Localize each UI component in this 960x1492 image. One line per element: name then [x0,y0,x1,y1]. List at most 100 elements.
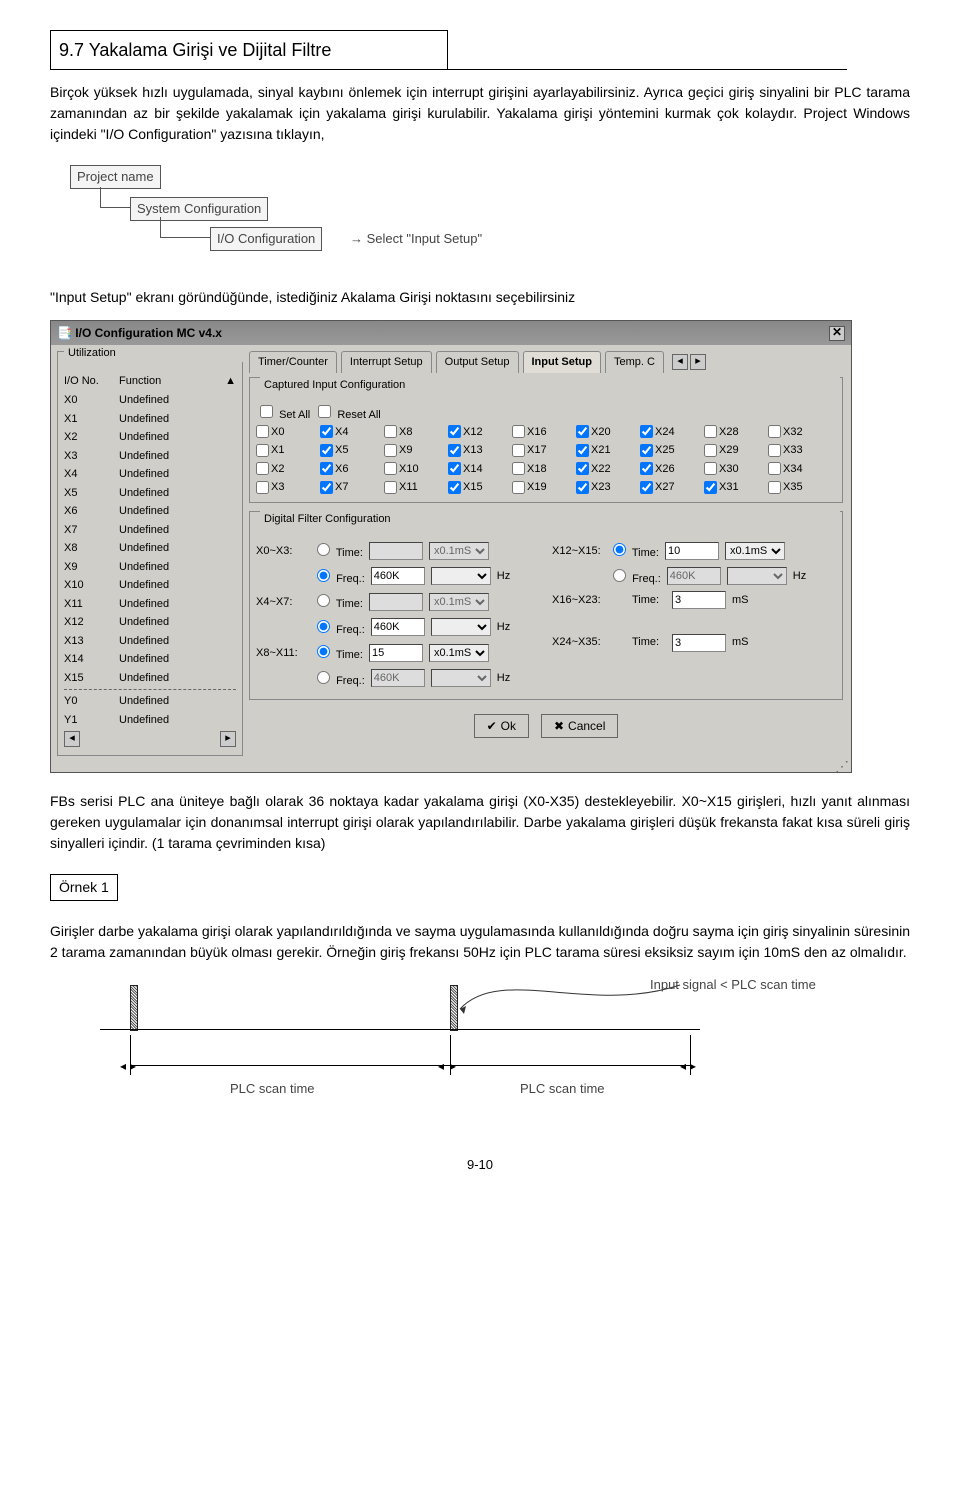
cb-x0[interactable]: X0 [256,424,318,441]
cb-x22[interactable]: X22 [576,461,638,478]
time-unit-x8x11[interactable]: x0.1mS [429,644,489,662]
ok-button[interactable]: ✔Ok [474,714,529,738]
list-item[interactable]: X11Undefined [60,595,240,614]
cb-x29[interactable]: X29 [704,442,766,459]
cb-x6[interactable]: X6 [320,461,382,478]
cb-x13[interactable]: X13 [448,442,510,459]
list-item[interactable]: X4Undefined [60,465,240,484]
list-item[interactable]: X15Undefined [60,669,240,688]
tab-input-setup[interactable]: Input Setup [523,351,602,373]
paragraph-4: Girişler darbe yakalama girişi olarak ya… [50,921,910,963]
radio-time-x4x7[interactable]: Time: [312,591,363,613]
list-item[interactable]: X1Undefined [60,410,240,429]
cb-x2[interactable]: X2 [256,461,318,478]
cb-x34[interactable]: X34 [768,461,830,478]
cb-x18[interactable]: X18 [512,461,574,478]
cb-x11[interactable]: X11 [384,479,446,496]
df-row-x8x11: X8~X11: Time: x0.1mS [256,642,540,664]
cb-x21[interactable]: X21 [576,442,638,459]
tab-temp-c[interactable]: Temp. C [605,351,664,373]
list-item[interactable]: X14Undefined [60,650,240,669]
cb-x25[interactable]: X25 [640,442,702,459]
cb-x14[interactable]: X14 [448,461,510,478]
time-input-x4x7[interactable] [369,593,423,611]
scroll-right-icon[interactable]: ▸ [220,731,236,747]
time-unit-x12x15[interactable]: x0.1mS [725,542,785,560]
cancel-button[interactable]: ✖Cancel [541,714,618,738]
freq-input-x0x3[interactable] [371,567,425,585]
freq-unit-x0x3[interactable] [431,567,491,585]
scroll-up-icon[interactable]: ▲ [225,373,236,390]
time-unit-x0x3[interactable]: x0.1mS [429,542,489,560]
cb-x4[interactable]: X4 [320,424,382,441]
resize-grip-icon[interactable]: ⋰ [51,762,851,772]
list-item[interactable]: X9Undefined [60,558,240,577]
cb-x17[interactable]: X17 [512,442,574,459]
time-input-x8x11[interactable] [369,644,423,662]
reset-all-checkbox[interactable]: Reset All [314,402,380,424]
cb-x10[interactable]: X10 [384,461,446,478]
cb-x27[interactable]: X27 [640,479,702,496]
cb-x30[interactable]: X30 [704,461,766,478]
cb-x12[interactable]: X12 [448,424,510,441]
df-row-x4x7: X4~X7: Time: x0.1mS [256,591,540,613]
freq-input-x12x15[interactable] [667,567,721,585]
radio-time-x0x3[interactable]: Time: [312,540,363,562]
cb-x7[interactable]: X7 [320,479,382,496]
list-item[interactable]: X6Undefined [60,502,240,521]
freq-input-x4x7[interactable] [371,618,425,636]
time-unit-x4x7[interactable]: x0.1mS [429,593,489,611]
cb-x32[interactable]: X32 [768,424,830,441]
list-item[interactable]: X5Undefined [60,484,240,503]
list-item[interactable]: X3Undefined [60,447,240,466]
radio-freq-x12x15[interactable]: Freq.: [608,566,661,588]
list-item[interactable]: X7Undefined [60,521,240,540]
list-item[interactable]: Y0Undefined [60,692,240,711]
freq-unit-x12x15[interactable] [727,567,787,585]
cb-x23[interactable]: X23 [576,479,638,496]
radio-time-x8x11[interactable]: Time: [312,642,363,664]
tab-scroll-left-icon[interactable]: ◂ [672,354,688,370]
cb-x28[interactable]: X28 [704,424,766,441]
list-item[interactable]: Y1Undefined [60,711,240,730]
radio-freq-x4x7[interactable]: Freq.: [312,617,365,639]
radio-time-x12x15[interactable]: Time: [608,540,659,562]
cb-x31[interactable]: X31 [704,479,766,496]
time-input-x16x23[interactable] [672,591,726,609]
list-item[interactable]: X0Undefined [60,391,240,410]
cb-x3[interactable]: X3 [256,479,318,496]
scroll-left-icon[interactable]: ◂ [64,731,80,747]
time-input-x0x3[interactable] [369,542,423,560]
cb-x26[interactable]: X26 [640,461,702,478]
cb-x20[interactable]: X20 [576,424,638,441]
tree-io-config[interactable]: I/O Configuration [210,227,322,251]
cb-x24[interactable]: X24 [640,424,702,441]
cb-x16[interactable]: X16 [512,424,574,441]
radio-freq-x8x11[interactable]: Freq.: [312,668,365,690]
tab-interrupt-setup[interactable]: Interrupt Setup [341,351,432,373]
tab-scroll-right-icon[interactable]: ▸ [690,354,706,370]
list-item[interactable]: X8Undefined [60,539,240,558]
list-item[interactable]: X2Undefined [60,428,240,447]
freq-unit-x4x7[interactable] [431,618,491,636]
cb-x15[interactable]: X15 [448,479,510,496]
close-icon[interactable]: ✕ [829,326,845,341]
list-item[interactable]: X10Undefined [60,576,240,595]
set-all-checkbox[interactable]: Set All [256,402,310,424]
cb-x19[interactable]: X19 [512,479,574,496]
list-item[interactable]: X13Undefined [60,632,240,651]
time-input-x24x35[interactable] [672,634,726,652]
freq-unit-x8x11[interactable] [431,669,491,687]
freq-input-x8x11[interactable] [371,669,425,687]
cb-x35[interactable]: X35 [768,479,830,496]
tab-output-setup[interactable]: Output Setup [436,351,519,373]
cb-x5[interactable]: X5 [320,442,382,459]
cb-x1[interactable]: X1 [256,442,318,459]
cb-x9[interactable]: X9 [384,442,446,459]
cb-x8[interactable]: X8 [384,424,446,441]
list-item[interactable]: X12Undefined [60,613,240,632]
cb-x33[interactable]: X33 [768,442,830,459]
tab-timer-counter[interactable]: Timer/Counter [249,351,337,373]
time-input-x12x15[interactable] [665,542,719,560]
radio-freq-x0x3[interactable]: Freq.: [312,566,365,588]
